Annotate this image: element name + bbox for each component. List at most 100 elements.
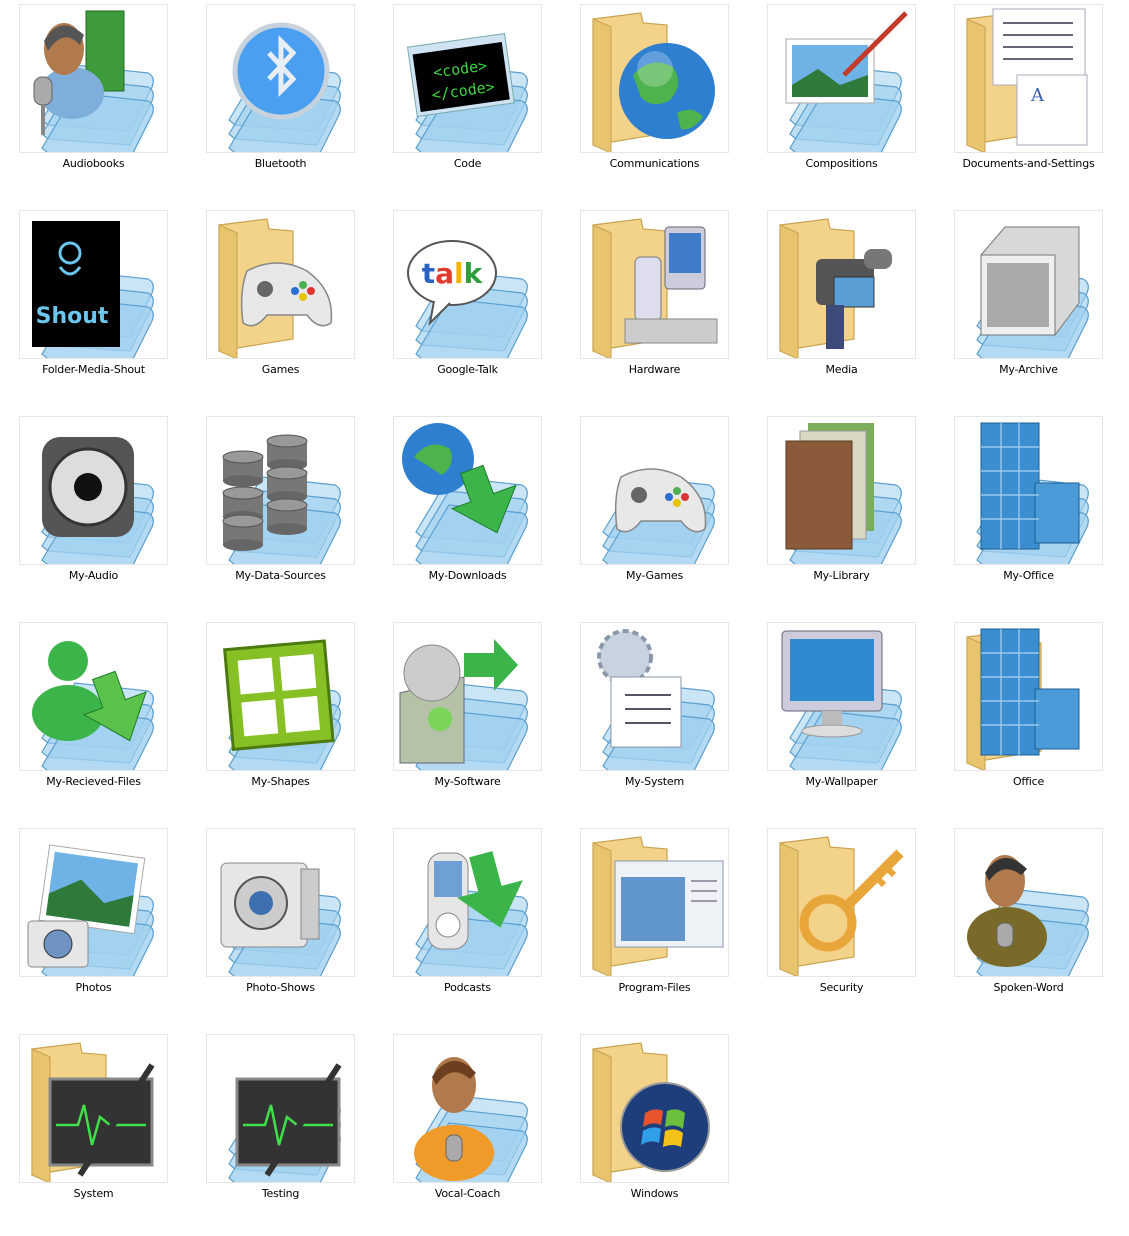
folder-icon-tile[interactable]: Shout <box>19 210 168 359</box>
folder-icon-tile[interactable] <box>206 210 355 359</box>
folder-item[interactable]: Compositions <box>748 0 935 206</box>
folder-icon-tile[interactable] <box>393 416 542 565</box>
folder-item[interactable]: System <box>0 1030 187 1236</box>
folder-item[interactable]: My-Shapes <box>187 618 374 824</box>
folder-label: System <box>73 1187 114 1200</box>
folder-icon-tile[interactable] <box>767 4 916 153</box>
spoken-word-icon <box>967 855 1089 976</box>
folder-icon-tile[interactable] <box>580 4 729 153</box>
folder-item[interactable]: My-Office <box>935 412 1122 618</box>
folder-icon-tile[interactable] <box>19 4 168 153</box>
folder-icon-tile[interactable]: talk <box>393 210 542 359</box>
icon-grid: Audiobooks Bluetooth <code> </code> Code … <box>0 0 1129 1206</box>
folder-label: Documents-and-Settings <box>962 157 1095 170</box>
folder-item[interactable]: My-Downloads <box>374 412 561 618</box>
folder-label: My-Archive <box>999 363 1058 376</box>
folder-icon-tile[interactable] <box>954 622 1103 771</box>
folder-label: Media <box>825 363 858 376</box>
folder-icon-tile[interactable] <box>954 210 1103 359</box>
folder-label: My-Games <box>625 569 684 582</box>
folder-icon-tile[interactable] <box>19 416 168 565</box>
folder-item[interactable]: My-Data-Sources <box>187 412 374 618</box>
folder-icon-tile[interactable] <box>206 4 355 153</box>
folder-icon-tile[interactable] <box>767 416 916 565</box>
folder-label: Vocal-Coach <box>434 1187 501 1200</box>
wallpaper-icon <box>781 630 902 770</box>
my-games-icon <box>602 468 715 564</box>
folder-icon-tile[interactable] <box>206 622 355 771</box>
folder-item[interactable]: Security <box>748 824 935 1030</box>
folder-icon-tile[interactable] <box>206 416 355 565</box>
folder-item[interactable]: My-Recieved-Files <box>0 618 187 824</box>
folder-label: My-Shapes <box>251 775 310 788</box>
folder-icon-tile[interactable] <box>580 210 729 359</box>
google-talk-icon: talk <box>407 240 528 358</box>
folder-label: Photo-Shows <box>246 981 315 994</box>
folder-item[interactable]: My-Archive <box>935 206 1122 412</box>
folder-icon-tile[interactable] <box>19 828 168 977</box>
downloads-icon <box>402 423 528 564</box>
folder-icon-tile[interactable]: A <box>954 4 1103 153</box>
folder-item[interactable]: My-Games <box>561 412 748 618</box>
folder-icon-tile[interactable] <box>206 1034 355 1183</box>
folder-icon-tile[interactable] <box>580 622 729 771</box>
games-icon <box>218 218 333 358</box>
folder-item[interactable]: Windows <box>561 1030 748 1236</box>
folder-label: My-Office <box>1003 569 1054 582</box>
folder-label: Spoken-Word <box>993 981 1064 994</box>
folder-icon-tile[interactable] <box>954 416 1103 565</box>
folder-icon-tile[interactable] <box>954 828 1103 977</box>
folder-label: Windows <box>630 1187 679 1200</box>
folder-item[interactable]: talk Google-Talk <box>374 206 561 412</box>
folder-item[interactable]: Hardware <box>561 206 748 412</box>
folder-label: Google-Talk <box>437 363 498 376</box>
folder-item[interactable]: <code> </code> Code <box>374 0 561 206</box>
svg-text:A: A <box>1030 85 1045 106</box>
folder-item[interactable]: A Documents-and-Settings <box>935 0 1122 206</box>
folder-item[interactable]: Spoken-Word <box>935 824 1122 1030</box>
folder-label: Audiobooks <box>62 157 125 170</box>
security-icon <box>779 836 904 976</box>
folder-item[interactable]: Shout Folder-Media-Shout <box>0 206 187 412</box>
folder-icon-tile[interactable] <box>393 1034 542 1183</box>
folder-item[interactable]: Testing <box>187 1030 374 1236</box>
folder-item[interactable]: Games <box>187 206 374 412</box>
folder-icon-tile[interactable] <box>580 828 729 977</box>
folder-icon-tile[interactable] <box>767 210 916 359</box>
folder-icon-tile[interactable] <box>393 828 542 977</box>
folder-icon-tile[interactable] <box>19 1034 168 1183</box>
folder-item[interactable]: Communications <box>561 0 748 206</box>
svg-text:talk: talk <box>422 257 484 290</box>
folder-item[interactable]: Program-Files <box>561 824 748 1030</box>
folder-item[interactable]: Photo-Shows <box>187 824 374 1030</box>
folder-icon-tile[interactable] <box>580 1034 729 1183</box>
folder-item[interactable]: My-Software <box>374 618 561 824</box>
folder-item[interactable]: Vocal-Coach <box>374 1030 561 1236</box>
folder-item[interactable]: Bluetooth <box>187 0 374 206</box>
folder-icon-tile[interactable] <box>206 828 355 977</box>
folder-label: Podcasts <box>444 981 491 994</box>
folder-item[interactable]: Podcasts <box>374 824 561 1030</box>
folder-item[interactable]: Media <box>748 206 935 412</box>
folder-label: Office <box>1012 775 1045 788</box>
compositions-icon <box>785 11 908 152</box>
folder-item[interactable]: My-Library <box>748 412 935 618</box>
software-icon <box>399 639 528 770</box>
folder-icon-tile[interactable]: <code> </code> <box>393 4 542 153</box>
folder-label: Photos <box>75 981 112 994</box>
folder-icon-tile[interactable] <box>393 622 542 771</box>
folder-label: Bluetooth <box>254 157 307 170</box>
folder-icon-tile[interactable] <box>767 622 916 771</box>
folder-item[interactable]: My-Audio <box>0 412 187 618</box>
folder-item[interactable]: Office <box>935 618 1122 824</box>
folder-icon-tile[interactable] <box>19 622 168 771</box>
folder-icon-tile[interactable] <box>580 416 729 565</box>
testing-icon <box>228 1063 342 1182</box>
folder-label: Hardware <box>628 363 681 376</box>
folder-item[interactable]: Audiobooks <box>0 0 187 206</box>
folder-item[interactable]: My-System <box>561 618 748 824</box>
folder-item[interactable]: Photos <box>0 824 187 1030</box>
folder-label: Security <box>819 981 864 994</box>
folder-icon-tile[interactable] <box>767 828 916 977</box>
folder-item[interactable]: My-Wallpaper <box>748 618 935 824</box>
